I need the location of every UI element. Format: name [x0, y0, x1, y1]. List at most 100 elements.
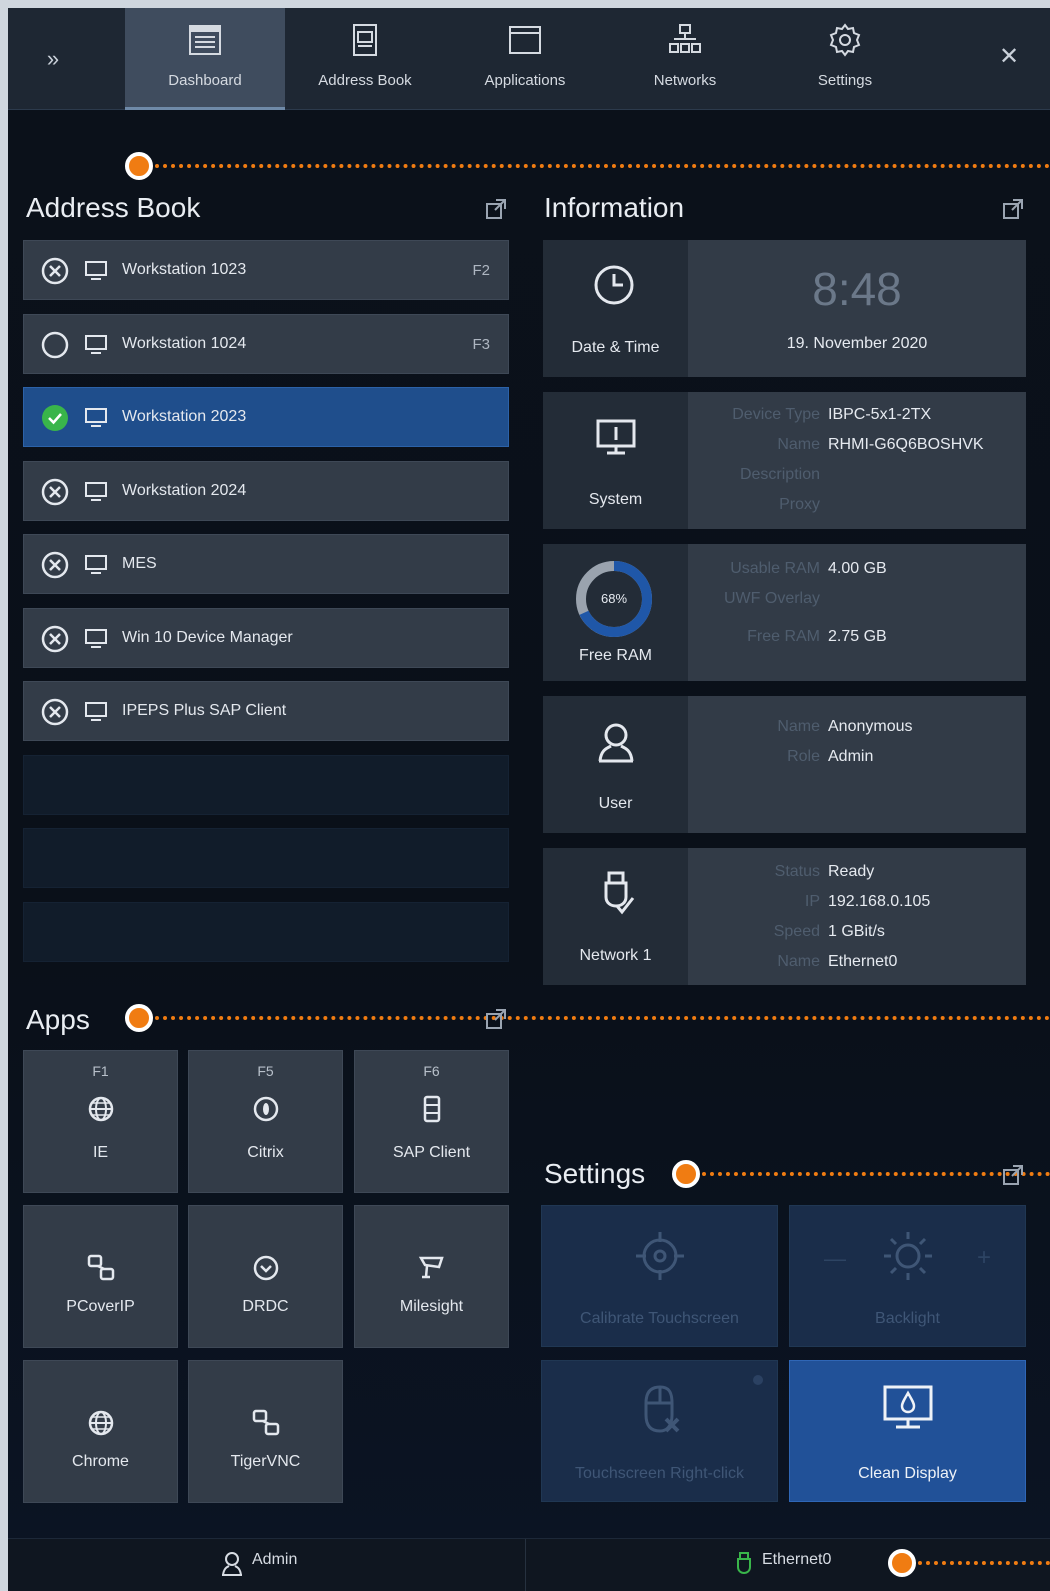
citrix-icon: [253, 1096, 279, 1122]
tab-label: Networks: [653, 72, 717, 89]
popout-icon[interactable]: [485, 198, 507, 220]
setting-calibrate-touchscreen[interactable]: Calibrate Touchscreen: [541, 1205, 778, 1347]
callout-line: [702, 1172, 1050, 1176]
app-hotkey: F1: [92, 1063, 109, 1079]
setting-touchscreen-right-click[interactable]: Touchscreen Right-click: [541, 1360, 778, 1502]
monitor-icon: [85, 628, 107, 648]
app-tile-milesight[interactable]: Milesight: [354, 1205, 509, 1348]
kv-network-status: Status Ready: [774, 863, 875, 880]
monitor-icon: [85, 481, 107, 501]
monitor-info-icon: [596, 419, 636, 455]
app-tile-ie[interactable]: F1 IE: [23, 1050, 178, 1193]
setting-name: Calibrate Touchscreen: [580, 1310, 739, 1327]
workstation-name: Win 10 Device Manager: [122, 628, 293, 646]
callout-line: [918, 1561, 1050, 1565]
app-tile-sap-client[interactable]: F6 SAP Client: [354, 1050, 509, 1193]
tab-settings[interactable]: Settings: [765, 8, 925, 110]
monitor-icon: [85, 555, 107, 574]
user-icon: [222, 1552, 242, 1576]
tab-address-book[interactable]: Address Book: [285, 8, 445, 110]
backlight-increase-button[interactable]: +: [977, 1244, 991, 1272]
tab-label: Address Book: [318, 72, 412, 89]
workstation-name: Workstation 2024: [122, 481, 247, 499]
info-card-ram: 68% Free RAM Usable RAM 4.00 GB UWF Over…: [543, 544, 1026, 681]
tab-label: Settings: [817, 72, 873, 89]
tab-networks[interactable]: Networks: [605, 8, 765, 110]
empty-slot: [23, 828, 509, 888]
app-name: Citrix: [247, 1144, 284, 1161]
setting-clean-display[interactable]: Clean Display: [789, 1360, 1026, 1502]
setting-backlight[interactable]: — + Backlight: [789, 1205, 1026, 1347]
pcoip-icon: [87, 1254, 115, 1281]
workstation-name: Workstation 1024: [122, 334, 247, 352]
idle-circle-icon: [41, 331, 69, 358]
info-card-system: System Device Type IBPC-5x1-2TX Name RHM…: [543, 392, 1026, 529]
info-caption: Free RAM: [579, 647, 652, 664]
expand-sidebar-button[interactable]: »: [38, 44, 68, 74]
monitor-icon: [85, 261, 107, 280]
dashboard-icon: [189, 25, 221, 55]
popout-icon[interactable]: [1002, 198, 1024, 220]
networks-icon: [669, 24, 701, 53]
address-book-item[interactable]: Workstation 1023 F2: [23, 240, 509, 300]
app-tile-chrome[interactable]: Chrome: [23, 1360, 178, 1503]
close-button[interactable]: ✕: [994, 42, 1024, 72]
brightness-icon: [884, 1232, 932, 1280]
top-navigation-bar: » Dashboard Address Book Applications Ne…: [8, 8, 1050, 110]
status-user: Admin: [252, 1551, 298, 1568]
tab-applications[interactable]: Applications: [445, 8, 605, 110]
disconnect-x-icon: [41, 478, 69, 505]
kv-user-name: Name Anonymous: [777, 718, 913, 735]
user-icon: [598, 723, 634, 763]
info-card-header: Date & Time: [543, 240, 688, 377]
empty-slot: [23, 901, 509, 962]
kv-system-name: Name RHMI-G6Q6BOSHVK: [777, 436, 984, 453]
address-book-title: Address Book: [26, 192, 201, 223]
tab-dashboard[interactable]: Dashboard: [125, 8, 285, 110]
app-tile-tigervnc[interactable]: TigerVNC: [188, 1360, 343, 1503]
settings-title: Settings: [544, 1158, 646, 1189]
hotkey-label: F3: [472, 335, 490, 353]
address-book-item[interactable]: Workstation 1024 F3: [23, 313, 509, 374]
camera-icon: [418, 1256, 444, 1279]
workstation-name: MES: [122, 555, 157, 572]
app-name: DRDC: [242, 1298, 289, 1315]
app-name: Chrome: [72, 1453, 129, 1470]
callout-marker: [672, 1160, 1050, 1188]
information-title: Information: [544, 192, 685, 223]
kv-network-ip: IP 192.168.0.105: [804, 893, 931, 910]
address-book-item[interactable]: IPEPS Plus SAP Client: [23, 681, 509, 741]
address-book-item[interactable]: Workstation 2024: [23, 460, 509, 521]
workstation-name: Workstation 1023: [122, 261, 247, 278]
apps-title: Apps: [26, 1004, 90, 1035]
info-caption: User: [598, 795, 633, 812]
backlight-decrease-button[interactable]: —: [824, 1246, 846, 1272]
workstation-name: IPEPS Plus SAP Client: [122, 702, 287, 719]
info-caption: Date & Time: [571, 339, 660, 356]
app-tile-pcoverip[interactable]: PCoverIP: [23, 1205, 178, 1348]
address-book-item[interactable]: MES: [23, 534, 509, 594]
workstation-name: Workstation 2023: [122, 408, 247, 425]
callout-dot: [125, 1004, 153, 1032]
callout-dot: [672, 1160, 700, 1188]
disconnect-x-icon: [41, 257, 69, 285]
app-tile-drdc[interactable]: DRDC: [188, 1205, 343, 1348]
status-network: Ethernet0: [762, 1551, 832, 1568]
app-tile-citrix[interactable]: F5 Citrix: [188, 1050, 343, 1193]
setting-name: Clean Display: [858, 1465, 957, 1482]
popout-icon[interactable]: [1002, 1164, 1024, 1186]
dashboard-window: » Dashboard Address Book Applications Ne…: [8, 8, 1050, 1591]
kv-uwf-overlay: UWF Overlay: [724, 590, 820, 607]
kv-proxy: Proxy: [779, 496, 820, 513]
clean-display-icon: [883, 1385, 933, 1429]
info-card-network: Network 1 Status Ready IP 192.168.0.105 …: [543, 848, 1026, 985]
address-book-icon: [353, 24, 377, 56]
app-name: SAP Client: [392, 1144, 471, 1161]
address-book-item[interactable]: Win 10 Device Manager: [23, 607, 509, 668]
info-card-user: User Name Anonymous Role Admin: [543, 696, 1026, 833]
address-book-item[interactable]: Workstation 2023: [23, 387, 509, 447]
info-card-header: User: [543, 696, 688, 833]
sap-client-icon: [423, 1095, 441, 1123]
settings-gear-icon: [829, 23, 861, 57]
popout-icon[interactable]: [485, 1008, 507, 1030]
